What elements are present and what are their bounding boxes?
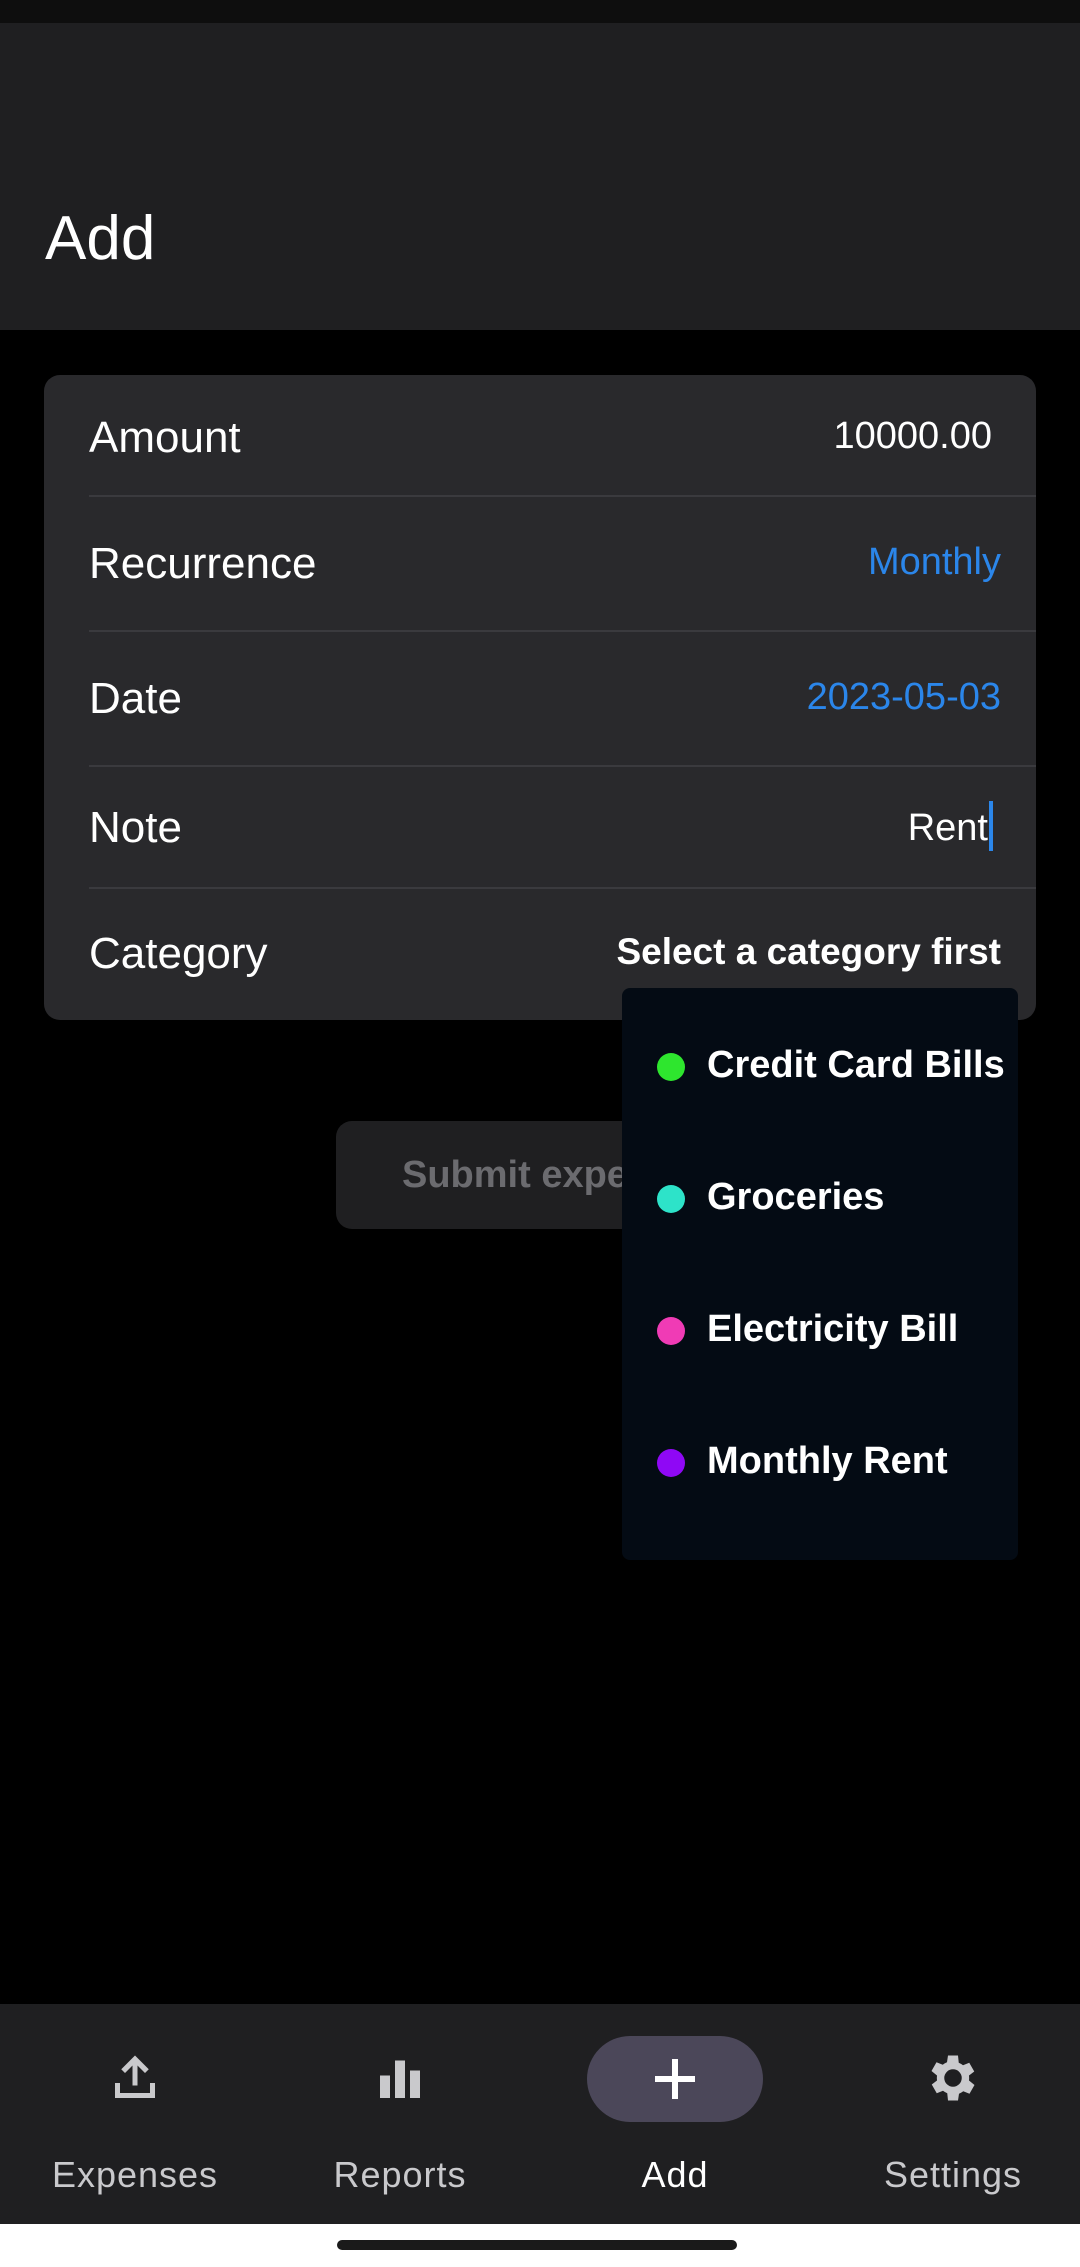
category-option[interactable]: Groceries: [622, 1154, 1018, 1244]
note-input-text: Rent: [907, 807, 988, 850]
category-color-dot: [657, 1185, 685, 1213]
plus-icon: [655, 2059, 695, 2099]
nav-item-reports[interactable]: Reports: [265, 2004, 535, 2224]
date-picker[interactable]: 2023-05-03: [807, 676, 1001, 719]
date-label: Date: [89, 674, 182, 723]
nav-item-add[interactable]: Add: [540, 2004, 810, 2224]
nav-label: Add: [641, 2154, 709, 2195]
category-option-label: Credit Card Bills: [707, 1044, 1005, 1086]
app-header: Add: [0, 23, 1080, 330]
nav-item-expenses[interactable]: Expenses: [0, 2004, 270, 2224]
status-bar: [0, 0, 1080, 23]
category-label: Category: [89, 929, 268, 978]
category-color-dot: [657, 1053, 685, 1081]
note-input[interactable]: Rent: [907, 801, 993, 855]
recurrence-row[interactable]: Recurrence Monthly: [44, 497, 1036, 632]
bottom-navigation: Expenses Reports Add Settings: [0, 2004, 1080, 2224]
text-cursor: [989, 801, 993, 851]
nav-item-settings[interactable]: Settings: [818, 2004, 1080, 2224]
recurrence-label: Recurrence: [89, 539, 317, 588]
date-row[interactable]: Date 2023-05-03: [44, 632, 1036, 767]
gear-icon: [931, 2055, 975, 2101]
bar-chart-icon: [380, 2060, 420, 2098]
amount-input[interactable]: 10000.00: [834, 415, 993, 458]
note-label: Note: [89, 803, 182, 852]
upload-icon: [115, 2055, 155, 2098]
expense-form-card: Amount 10000.00 Recurrence Monthly Date …: [44, 375, 1036, 1020]
category-option-label: Electricity Bill: [707, 1308, 959, 1350]
nav-label: Expenses: [51, 2154, 219, 2195]
category-option-label: Monthly Rent: [707, 1440, 948, 1482]
category-option[interactable]: Monthly Rent: [622, 1418, 1018, 1508]
category-picker[interactable]: Select a category first: [616, 931, 1001, 973]
nav-label: Reports: [333, 2154, 467, 2195]
category-color-dot: [657, 1317, 685, 1345]
category-option[interactable]: Electricity Bill: [622, 1286, 1018, 1376]
recurrence-picker[interactable]: Monthly: [868, 541, 1001, 584]
gesture-navigation-area: [0, 2224, 1080, 2267]
category-option-label: Groceries: [707, 1176, 885, 1218]
home-gesture-bar[interactable]: [337, 2240, 737, 2250]
nav-label: Settings: [883, 2154, 1023, 2195]
category-option[interactable]: Credit Card Bills: [622, 1022, 1018, 1112]
category-dropdown: Credit Card Bills Groceries Electricity …: [622, 988, 1018, 1560]
note-row[interactable]: Note Rent: [44, 767, 1036, 889]
amount-label: Amount: [89, 413, 241, 462]
amount-row[interactable]: Amount 10000.00: [44, 375, 1036, 497]
page-title: Add: [45, 204, 156, 273]
category-color-dot: [657, 1449, 685, 1477]
